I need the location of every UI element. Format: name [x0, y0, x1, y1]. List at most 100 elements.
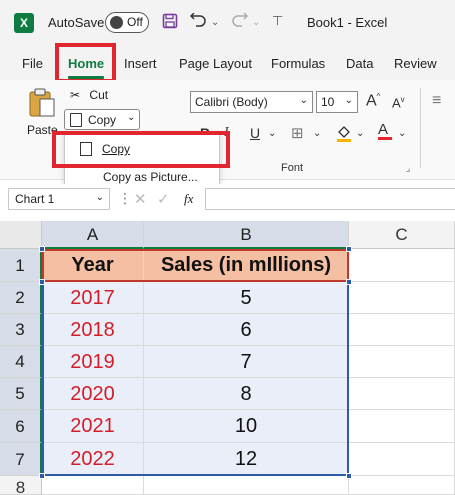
column-header-b[interactable]: B — [144, 221, 349, 249]
tab-file[interactable]: File — [22, 56, 43, 71]
cell-c6[interactable] — [349, 410, 455, 443]
font-dialog-launcher-icon[interactable]: ⌟ — [406, 163, 410, 174]
title-bar: X AutoSave Off ⌄ ⌄ ⊤ Book1 - Excel — [0, 0, 455, 46]
row-header-7[interactable]: 7 — [0, 443, 42, 476]
cell-b5[interactable]: 8 — [144, 378, 349, 410]
cell-b6[interactable]: 10 — [144, 410, 349, 443]
cut-button[interactable]: ✂ Cut — [70, 88, 108, 102]
font-name-select[interactable]: Calibri (Body) ⌄ — [190, 91, 313, 113]
cell-b7[interactable]: 12 — [144, 443, 349, 476]
excel-logo-icon: X — [14, 13, 34, 33]
font-group-label: Font — [281, 162, 304, 174]
cell-c7[interactable] — [349, 443, 455, 476]
resize-handle[interactable] — [39, 246, 45, 252]
chevron-down-icon[interactable]: ⌄ — [356, 128, 364, 139]
cell-a1[interactable]: Year — [42, 249, 144, 282]
resize-handle[interactable] — [39, 279, 45, 285]
paste-icon[interactable] — [28, 88, 56, 118]
copy-label: Copy — [88, 113, 117, 127]
autosave-label: AutoSave — [48, 15, 105, 30]
row-header-1[interactable]: 1 — [0, 249, 42, 282]
font-color-button[interactable]: A — [378, 121, 392, 140]
copy-button[interactable]: Copy ⌄ — [64, 109, 140, 130]
cell-c4[interactable] — [349, 346, 455, 378]
chevron-down-icon[interactable]: ⌄ — [127, 112, 135, 123]
row-header-4[interactable]: 4 — [0, 346, 42, 378]
menu-item-copy-as-picture[interactable]: Copy as Picture... — [103, 170, 198, 184]
autosave-toggle[interactable]: Off — [105, 12, 149, 33]
cut-label: Cut — [89, 88, 109, 102]
font-size-select[interactable]: 10 ⌄ — [316, 91, 358, 113]
chevron-down-icon: ⌄ — [299, 95, 308, 106]
grow-font-button[interactable]: A^ — [366, 92, 380, 110]
grow-font-label: A — [366, 92, 377, 110]
font-color-label: A — [378, 121, 389, 138]
cell-b1[interactable]: Sales (in mIllions) — [144, 249, 349, 282]
copy-icon — [70, 113, 82, 127]
tab-review[interactable]: Review — [394, 56, 437, 71]
borders-icon[interactable]: ⊞ — [291, 124, 304, 142]
chevron-down-icon[interactable]: ⌄ — [313, 128, 321, 139]
resize-handle[interactable] — [346, 473, 352, 479]
shrink-font-button[interactable]: Av — [392, 95, 405, 110]
name-box[interactable]: Chart 1 ⌄ — [8, 188, 110, 210]
insert-function-icon[interactable]: fx — [184, 191, 193, 207]
cell-c3[interactable] — [349, 314, 455, 346]
underline-button[interactable]: U — [250, 125, 260, 141]
cell-a4[interactable]: 2019 — [42, 346, 144, 378]
cell-b4[interactable]: 7 — [144, 346, 349, 378]
chevron-down-icon[interactable]: ⌄ — [398, 128, 406, 139]
row-header-8[interactable]: 8 — [0, 476, 42, 495]
cell-c5[interactable] — [349, 378, 455, 410]
resize-handle[interactable] — [346, 279, 352, 285]
cell-a8[interactable] — [42, 476, 144, 495]
tab-data[interactable]: Data — [346, 56, 373, 71]
row-header-6[interactable]: 6 — [0, 410, 42, 443]
resize-handle[interactable] — [39, 473, 45, 479]
chevron-down-icon: ⌄ — [344, 95, 353, 106]
cell-a6[interactable]: 2021 — [42, 410, 144, 443]
home-tab-highlight — [55, 43, 116, 83]
cancel-icon[interactable]: ✕ — [134, 190, 147, 208]
redo-dropdown-icon[interactable]: ⌄ — [252, 17, 260, 28]
customize-toolbar-icon[interactable]: ⊤ — [272, 13, 283, 29]
select-all-corner[interactable] — [0, 221, 42, 249]
shrink-font-label: A — [392, 95, 401, 111]
cell-b8[interactable] — [144, 476, 349, 495]
fill-color-icon[interactable] — [336, 124, 352, 145]
cell-c1[interactable] — [349, 249, 455, 282]
copy-item-highlight — [52, 131, 230, 168]
font-name-value: Calibri (Body) — [195, 95, 268, 109]
cell-a3[interactable]: 2018 — [42, 314, 144, 346]
cell-b2[interactable]: 5 — [144, 282, 349, 314]
tab-insert[interactable]: Insert — [124, 56, 157, 71]
column-header-a[interactable]: A — [42, 221, 144, 249]
cell-c2[interactable] — [349, 282, 455, 314]
tab-formulas[interactable]: Formulas — [271, 56, 325, 71]
redo-icon[interactable] — [230, 12, 249, 33]
tab-page-layout[interactable]: Page Layout — [179, 56, 252, 71]
cell-a5[interactable]: 2020 — [42, 378, 144, 410]
formula-input[interactable] — [205, 188, 455, 210]
scissors-icon: ✂ — [70, 88, 81, 102]
align-icon[interactable]: ≡ — [432, 92, 441, 110]
undo-dropdown-icon[interactable]: ⌄ — [211, 17, 219, 28]
save-icon[interactable] — [162, 13, 178, 33]
resize-handle[interactable] — [346, 246, 352, 252]
column-header-c[interactable]: C — [349, 221, 455, 249]
chevron-down-icon: ⌄ — [95, 192, 104, 203]
cell-a7[interactable]: 2022 — [42, 443, 144, 476]
more-options-icon[interactable]: ⋮ — [118, 190, 132, 207]
chevron-down-icon[interactable]: ⌄ — [268, 128, 276, 139]
row-header-2[interactable]: 2 — [0, 282, 42, 314]
enter-icon[interactable]: ✓ — [157, 190, 170, 208]
row-header-5[interactable]: 5 — [0, 378, 42, 410]
row-header-3[interactable]: 3 — [0, 314, 42, 346]
cell-a2[interactable]: 2017 — [42, 282, 144, 314]
cell-c8[interactable] — [349, 476, 455, 495]
undo-icon[interactable] — [189, 12, 208, 33]
cell-b3[interactable]: 6 — [144, 314, 349, 346]
font-size-value: 10 — [321, 95, 335, 109]
group-divider — [420, 88, 421, 168]
autosave-state: Off — [127, 15, 143, 29]
